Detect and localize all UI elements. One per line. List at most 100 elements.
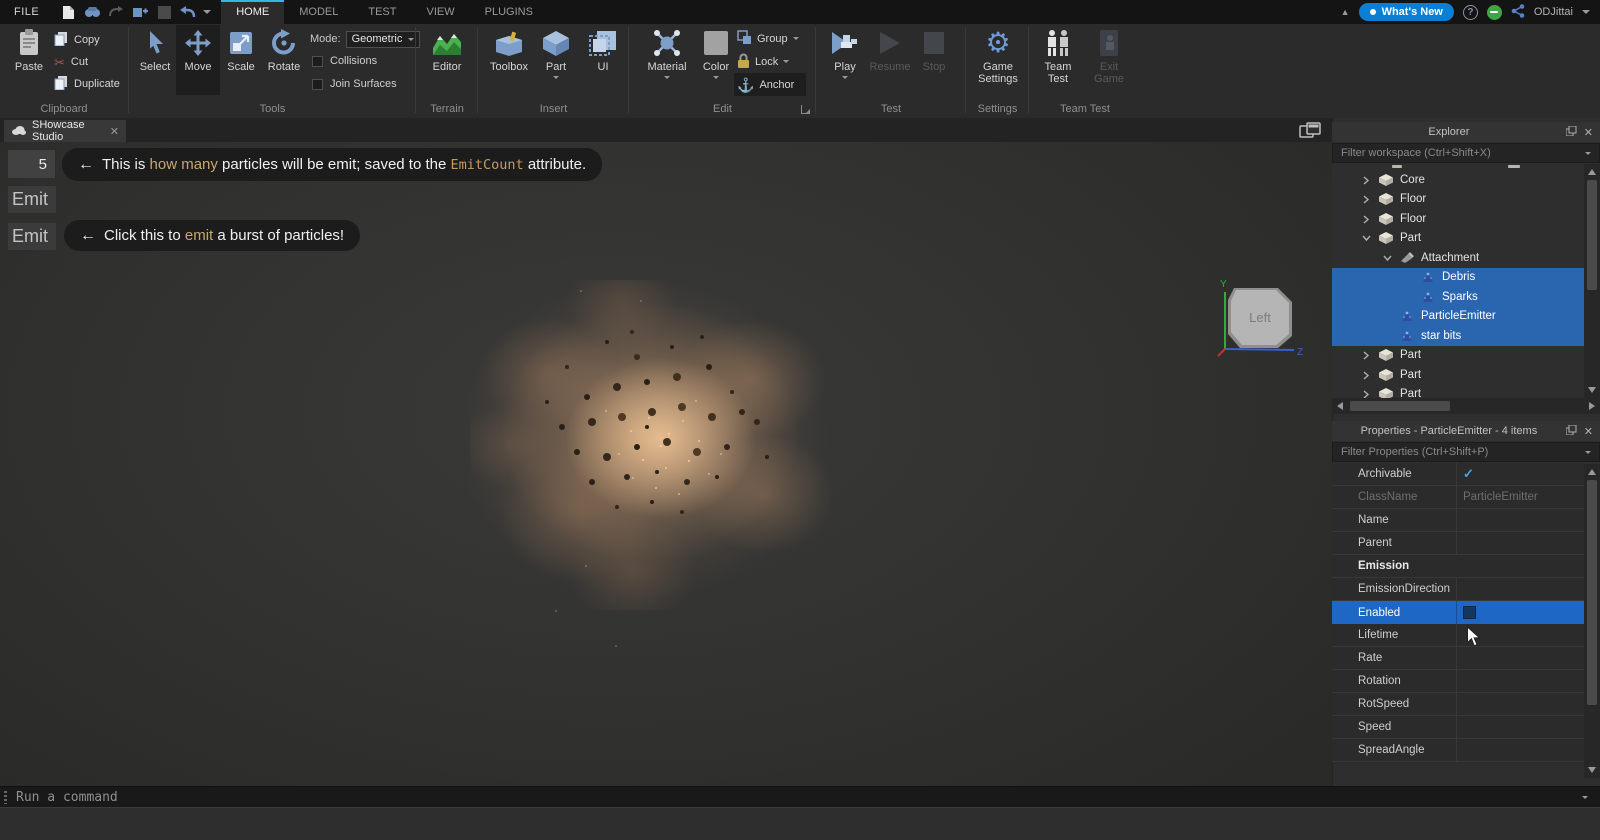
tree-item-part[interactable]: Part [1332,229,1584,249]
mode-dropdown[interactable]: Geometric [345,30,420,48]
tree-item-sparks[interactable]: Sparks [1332,287,1584,307]
tab-home[interactable]: HOME [221,0,285,24]
chevron-down-icon[interactable] [1362,234,1371,242]
join-surfaces-checkbox[interactable]: Join Surfaces [312,78,397,90]
copy-button[interactable]: Copy [54,30,100,50]
game-settings-button[interactable]: ⚙ Game Settings [973,27,1023,86]
status-icon[interactable] [1486,4,1502,20]
scrollbar-thumb[interactable] [1587,180,1597,290]
explorer-filter-input[interactable]: Filter workspace (Ctrl+Shift+X) [1332,143,1600,163]
close-tab-icon[interactable]: ✕ [110,125,119,138]
tab-model[interactable]: MODEL [284,0,353,24]
collisions-checkbox[interactable]: Collisions [312,55,377,67]
anchor-button[interactable]: ⚓ Anchor [737,74,794,95]
tree-item-core[interactable]: Core [1332,170,1584,190]
chevron-right-icon[interactable] [1362,195,1370,204]
properties-vertical-scrollbar[interactable] [1584,464,1600,778]
tab-view[interactable]: VIEW [411,0,469,24]
chevron-right-icon[interactable] [1362,176,1370,185]
emit-button-2[interactable]: Emit [8,223,56,250]
view-cube[interactable]: Left Y Z [1198,276,1306,373]
scroll-right-icon[interactable] [1589,402,1595,410]
emit-button-1[interactable]: Emit [8,186,56,213]
tree-item-particleemitter[interactable]: ParticleEmitter [1332,306,1584,326]
material-dropdown-icon[interactable] [664,76,670,79]
explorer-vertical-scrollbar[interactable] [1584,164,1600,398]
tree-item-star-bits[interactable]: star bits [1332,326,1584,346]
collapse-ribbon-icon[interactable]: ▲ [1341,7,1350,17]
chevron-right-icon[interactable] [1362,390,1370,398]
tree-item-floor[interactable]: Floor [1332,190,1584,210]
chevron-right-icon[interactable] [1362,351,1370,360]
whats-new-button[interactable]: What's New [1358,3,1454,21]
tab-plugins[interactable]: PLUGINS [470,0,548,24]
help-icon[interactable]: ? [1462,4,1478,20]
checkbox-unchecked-icon[interactable] [1463,606,1476,619]
play-dropdown-icon[interactable] [842,76,848,79]
float-panel-icon[interactable] [1565,422,1577,440]
quick-access-dropdown-icon[interactable] [203,10,212,14]
command-bar[interactable]: Run a command [0,786,1600,807]
cut-button[interactable]: ✂ Cut [54,52,88,72]
chevron-right-icon[interactable] [1362,371,1370,380]
scale-tool-button[interactable]: Scale [220,27,262,73]
property-row-enabled[interactable]: Enabled [1332,601,1584,624]
property-row-lifetime[interactable]: Lifetime [1332,624,1584,647]
properties-header[interactable]: Properties - ParticleEmitter - 4 items ✕ [1332,421,1600,441]
close-panel-icon[interactable]: ✕ [1584,126,1593,139]
scrollbar-thumb[interactable] [1587,480,1597,705]
scroll-up-icon[interactable] [1588,469,1596,475]
explorer-horizontal-scrollbar[interactable] [1332,398,1600,414]
paste-button[interactable]: Paste [6,27,52,73]
toolbox-button[interactable]: Toolbox [485,27,533,73]
command-input[interactable]: Run a command [16,790,118,805]
username[interactable]: ODJittai [1534,6,1573,18]
tree-item-part[interactable]: Part [1332,346,1584,366]
drag-grip-icon[interactable] [4,790,7,804]
property-row-name[interactable]: Name [1332,509,1584,532]
color-button[interactable]: Color [696,27,736,79]
insert-part-icon[interactable] [131,3,149,21]
ui-button[interactable]: UI [583,27,623,73]
property-row-archivable[interactable]: Archivable ✓ [1332,463,1584,486]
open-file-icon[interactable] [83,3,101,21]
property-row-rotation[interactable]: Rotation [1332,670,1584,693]
property-section-emission[interactable]: Emission [1332,555,1584,578]
play-button[interactable]: Play [825,27,865,79]
insert-part-button[interactable]: Part [536,27,576,79]
viewport-3d[interactable]: 5 ← This is how many particles will be e… [0,142,1332,786]
terrain-editor-button[interactable]: Editor [424,27,470,73]
scroll-left-icon[interactable] [1337,402,1343,410]
property-row-rate[interactable]: Rate [1332,647,1584,670]
property-row-parent[interactable]: Parent [1332,532,1584,555]
tab-test[interactable]: TEST [353,0,411,24]
user-dropdown-icon[interactable] [1582,10,1590,14]
property-row-emissiondirection[interactable]: EmissionDirection [1332,578,1584,601]
close-panel-icon[interactable]: ✕ [1584,425,1593,438]
explorer-header[interactable]: Explorer ✕ [1332,122,1600,142]
property-row-spreadangle[interactable]: SpreadAngle [1332,739,1584,762]
part-dropdown-icon[interactable] [553,76,559,79]
chevron-down-icon[interactable] [1582,795,1588,799]
property-row-speed[interactable]: Speed [1332,716,1584,739]
duplicate-button[interactable]: Duplicate [54,74,120,94]
property-row-rotspeed[interactable]: RotSpeed [1332,693,1584,716]
document-tab[interactable]: SHowcase Studio ✕ [4,119,126,143]
float-panel-icon[interactable] [1565,123,1577,141]
share-icon[interactable] [1511,3,1525,21]
color-dropdown-icon[interactable] [713,76,719,79]
select-tool-button[interactable]: Select [134,27,176,73]
undo-icon[interactable] [179,3,197,21]
properties-filter-input[interactable]: Filter Properties (Ctrl+Shift+P) [1332,442,1600,462]
chevron-right-icon[interactable] [1362,215,1370,224]
tree-item-attachment[interactable]: Attachment [1332,248,1584,268]
scroll-up-icon[interactable] [1588,169,1596,175]
new-file-icon[interactable] [59,3,77,21]
lock-button[interactable]: Lock [737,51,790,72]
dock-layout-icon[interactable] [1299,122,1321,144]
file-menu[interactable]: FILE [14,6,39,18]
chevron-down-icon[interactable] [1383,254,1392,262]
scrollbar-thumb[interactable] [1350,401,1450,411]
rotate-tool-button[interactable]: Rotate [262,27,306,73]
tree-item-debris[interactable]: Debris [1332,267,1584,287]
